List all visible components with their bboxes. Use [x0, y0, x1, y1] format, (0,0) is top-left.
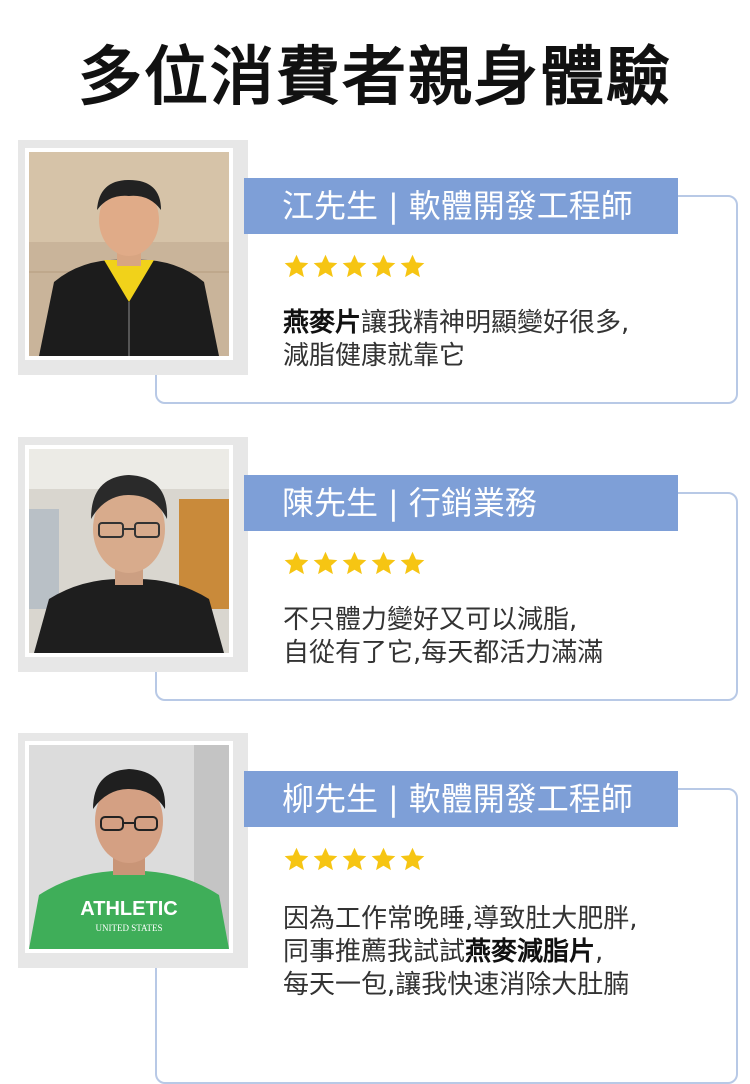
testimonial-quote: 因為工作常晚睡,導致肚大肥胖, 同事推薦我試試燕麥減脂片, 每天一包,讓我快速消… — [283, 903, 713, 1002]
star-icon — [371, 551, 396, 575]
page-title: 多位消費者親身體驗 — [78, 41, 672, 115]
separator: | — [388, 187, 399, 225]
star-rating — [283, 550, 426, 584]
product-name: 燕麥減脂片 — [465, 937, 596, 967]
name-title-bar: 陳先生 | 行銷業務 — [244, 475, 678, 531]
customer-name: 柳先生 — [282, 780, 379, 818]
star-icon — [342, 847, 367, 871]
customer-name: 江先生 — [282, 187, 379, 225]
quote-line: 不只體力變好又可以減脂, — [283, 605, 578, 635]
name-title-bar: 柳先生 | 軟體開發工程師 — [244, 771, 678, 827]
shirt-print-text: ATHLETIC — [80, 898, 177, 920]
star-icon — [313, 847, 338, 871]
customer-name: 陳先生 — [282, 484, 379, 522]
product-name: 燕麥片 — [283, 308, 362, 338]
star-rating — [283, 253, 426, 287]
star-rating — [283, 846, 426, 880]
star-icon — [313, 551, 338, 575]
star-icon — [400, 551, 425, 575]
star-icon — [284, 254, 309, 278]
customer-photo — [25, 148, 233, 360]
separator: | — [388, 484, 399, 522]
quote-line: 減脂健康就靠它 — [283, 341, 466, 371]
quote-line: 因為工作常晚睡,導致肚大肥胖, — [283, 904, 638, 934]
testimonial-card-2: 陳先生 | 行銷業務 不只體力變好又可以減脂, 自從有了它,每天都活力滿滿 — [0, 437, 750, 717]
star-icon — [371, 847, 396, 871]
quote-line: 同事推薦我試試燕麥減脂片, — [283, 937, 604, 967]
star-icon — [400, 847, 425, 871]
customer-job: 軟體開發工程師 — [408, 780, 633, 818]
customer-photo: ATHLETIC UNITED STATES — [25, 741, 233, 953]
star-icon — [342, 254, 367, 278]
customer-job: 軟體開發工程師 — [408, 187, 633, 225]
testimonial-quote: 不只體力變好又可以減脂, 自從有了它,每天都活力滿滿 — [283, 604, 713, 670]
star-icon — [284, 847, 309, 871]
customer-photo — [25, 445, 233, 657]
testimonial-card-1: 江先生 | 軟體開發工程師 燕麥片讓我精神明顯變好很多, 減脂健康就靠它 — [0, 140, 750, 420]
star-icon — [284, 551, 309, 575]
quote-line: 燕麥片讓我精神明顯變好很多, — [283, 308, 630, 338]
quote-line: 自從有了它,每天都活力滿滿 — [283, 638, 604, 668]
customer-job: 行銷業務 — [408, 484, 537, 522]
star-icon — [400, 254, 425, 278]
name-title-bar: 江先生 | 軟體開發工程師 — [244, 178, 678, 234]
quote-line: 每天一包,讓我快速消除大肚腩 — [283, 970, 630, 1000]
separator: | — [388, 780, 399, 818]
shirt-print-subtext: UNITED STATES — [95, 923, 162, 933]
testimonial-quote: 燕麥片讓我精神明顯變好很多, 減脂健康就靠它 — [283, 307, 713, 373]
star-icon — [342, 551, 367, 575]
star-icon — [313, 254, 338, 278]
testimonial-card-3: ATHLETIC UNITED STATES 柳先生 | 軟體開發工程師 因為工作常… — [0, 733, 750, 1084]
star-icon — [371, 254, 396, 278]
